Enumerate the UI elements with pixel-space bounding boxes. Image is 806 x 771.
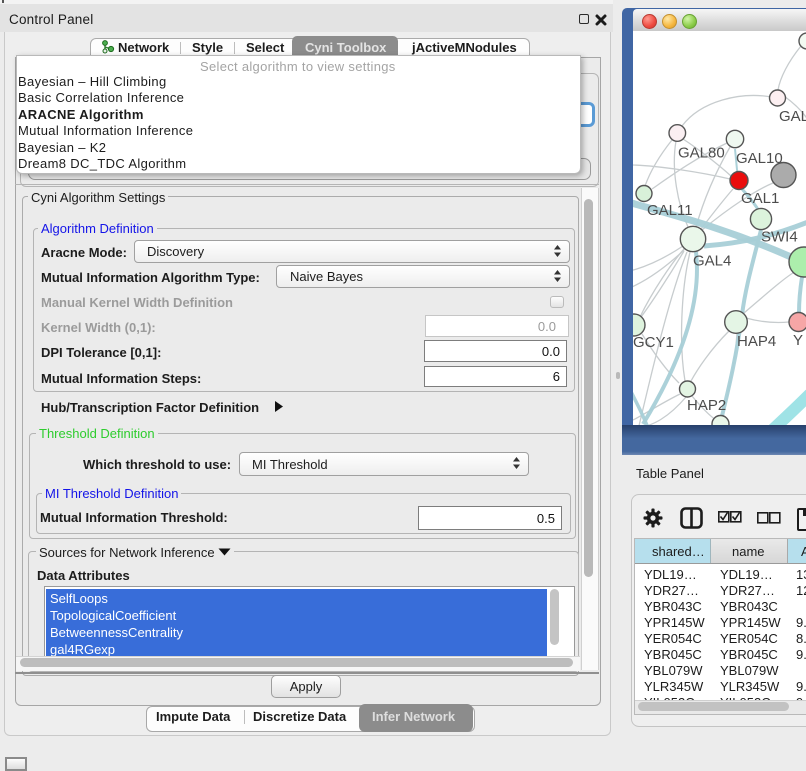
svg-text:GCY1: GCY1 (633, 334, 674, 351)
svg-text:GAL11: GAL11 (647, 202, 693, 219)
svg-text:Y: Y (793, 332, 803, 349)
svg-text:HAP2: HAP2 (687, 397, 726, 414)
svg-text:GAL: GAL (779, 108, 806, 125)
svg-text:SWI4: SWI4 (761, 229, 798, 246)
svg-text:GAL80: GAL80 (678, 145, 725, 162)
svg-text:GAL10: GAL10 (736, 150, 783, 167)
svg-text:GAL1: GAL1 (741, 190, 779, 207)
svg-text:HAP4: HAP4 (737, 333, 776, 350)
svg-text:GAL4: GAL4 (693, 253, 731, 270)
